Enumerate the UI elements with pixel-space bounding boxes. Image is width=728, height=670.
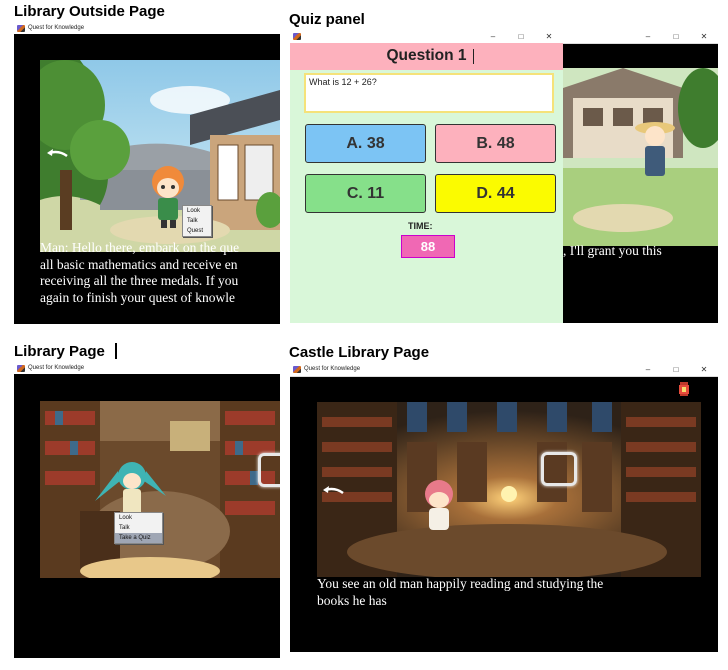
castle-titlebar: Quest for Knowledge – □ ✕	[290, 362, 718, 377]
bg-scene	[563, 68, 718, 246]
lantern-icon[interactable]	[677, 381, 691, 397]
dialogue-line: all basic mathematics and receive en	[40, 256, 238, 272]
caption-quiz: Quiz panel	[289, 11, 365, 28]
outside-scene: Look Talk Quest	[40, 60, 280, 252]
answer-d-button[interactable]: D. 44	[435, 174, 556, 213]
maximize-button[interactable]: □	[662, 365, 690, 374]
menu-item-look[interactable]: Look	[183, 206, 211, 216]
library-titlebar: Quest for Knowledge	[14, 362, 280, 374]
back-arrow-icon[interactable]	[321, 485, 345, 497]
menu-item-talk[interactable]: Talk	[183, 216, 211, 226]
caption-library: Library Page	[14, 343, 105, 360]
timer-value: 88	[401, 235, 455, 258]
castle-scene-art	[317, 402, 701, 577]
bg-titlebar: – □ ✕	[563, 29, 718, 44]
caption-outside: Library Outside Page	[14, 3, 165, 20]
back-arrow-icon[interactable]	[45, 148, 69, 160]
app-icon	[17, 24, 25, 32]
question-title: Question 1	[386, 47, 467, 64]
app-icon	[293, 365, 301, 373]
dialogue-line: again to finish your quest of knowle	[40, 289, 235, 305]
narration-line: You see an old man happily reading and s…	[317, 576, 604, 591]
menu-item-talk[interactable]: Talk	[115, 523, 162, 533]
outside-dialogue: Man: Hello there, embark on the que all …	[40, 240, 239, 306]
minimize-button[interactable]: –	[634, 32, 662, 41]
library-window: Quest for Knowledge Look Talk Take a Qui…	[14, 362, 280, 658]
question-header: Question 1	[290, 43, 563, 70]
window-title: Quest for Knowledge	[304, 366, 361, 372]
castle-narration: You see an old man happily reading and s…	[317, 576, 603, 609]
maximize-button[interactable]: □	[507, 32, 535, 41]
library-context-menu: Look Talk Take a Quiz	[114, 512, 163, 544]
maximize-button[interactable]: □	[662, 32, 690, 41]
outside-context-menu: Look Talk Quest	[182, 205, 212, 237]
quiz-background-window: – □ ✕ , I'll grant you this	[563, 29, 718, 323]
quiz-body: Question 1 What is 12 + 26? A. 38 B. 48 …	[290, 43, 563, 323]
outside-window: Quest for Knowledge Look Talk Quest Man:…	[14, 22, 280, 324]
question-text: What is 12 + 26?	[304, 73, 554, 113]
castle-window: Quest for Knowledge – □ ✕ You see an old…	[290, 362, 718, 652]
caption-castle: Castle Library Page	[289, 344, 430, 361]
menu-item-take-quiz[interactable]: Take a Quiz	[115, 533, 162, 543]
quiz-panel: – □ ✕ Question 1 What is 12 + 26? A. 38 …	[290, 29, 563, 323]
menu-item-look[interactable]: Look	[115, 513, 162, 523]
dialogue-line: receiving all the three medals. If you	[40, 273, 239, 288]
answer-b-button[interactable]: B. 48	[435, 124, 556, 163]
window-title: Quest for Knowledge	[28, 365, 85, 371]
app-icon	[17, 364, 25, 372]
minimize-button[interactable]: –	[479, 32, 507, 41]
timer-label: TIME:	[408, 221, 433, 231]
village-scene-art	[563, 68, 718, 246]
minimize-button[interactable]: –	[634, 365, 662, 374]
close-button[interactable]: ✕	[690, 32, 718, 41]
castle-scene	[317, 402, 701, 577]
library-scene: Look Talk Take a Quiz	[40, 401, 280, 578]
title-caret	[473, 49, 474, 64]
frame-portal-icon[interactable]	[258, 453, 280, 487]
frame-portal-icon[interactable]	[541, 452, 577, 486]
outside-scene-art	[40, 60, 280, 252]
dialogue-line: Man: Hello there, embark on the que	[40, 240, 240, 255]
app-icon	[293, 32, 301, 40]
close-button[interactable]: ✕	[690, 365, 718, 374]
library-scene-art	[40, 401, 280, 578]
answer-c-button[interactable]: C. 11	[305, 174, 426, 213]
close-button[interactable]: ✕	[535, 32, 563, 41]
window-title: Quest for Knowledge	[28, 25, 85, 31]
text-caret	[115, 343, 117, 359]
outside-titlebar: Quest for Knowledge	[14, 22, 280, 34]
bg-dialogue: , I'll grant you this	[563, 243, 662, 258]
quiz-titlebar: – □ ✕	[290, 29, 563, 44]
narration-line: books he has	[317, 592, 387, 608]
answer-a-button[interactable]: A. 38	[305, 124, 426, 163]
menu-item-quest[interactable]: Quest	[183, 226, 211, 236]
